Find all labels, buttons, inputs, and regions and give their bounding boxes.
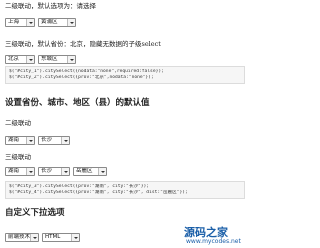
city-select-3-value: 长沙 — [41, 137, 53, 143]
province-select-2-value: 北京 — [8, 56, 20, 62]
province-select-1-value: 上海 — [8, 19, 20, 25]
province-select-4-value: 湖南 — [8, 168, 20, 174]
province-select-4[interactable]: 湖南 — [5, 167, 35, 176]
chevron-down-icon — [26, 56, 34, 63]
province-select-1[interactable]: 上海 — [5, 18, 35, 27]
custom-select-2[interactable]: HTML — [42, 233, 80, 242]
code-line: $("#city_2").citySelect({prov:"北京",nodat… — [9, 75, 154, 80]
chevron-down-icon — [26, 137, 34, 144]
chevron-down-icon — [71, 234, 79, 241]
chevron-down-icon — [61, 137, 69, 144]
city-select-1[interactable]: 黄浦区 — [38, 18, 76, 27]
chevron-down-icon — [98, 168, 106, 175]
section4-title: 三级联动 — [5, 153, 31, 161]
district-select-4-value: 岳麓区 — [76, 168, 93, 174]
code-block-1: $("#city_1").citySelect({nodata:"none",r… — [5, 66, 245, 84]
city-select-1-value: 黄浦区 — [41, 19, 58, 25]
city-select-2[interactable]: 东城区 — [38, 55, 76, 64]
city-select-3[interactable]: 长沙 — [38, 136, 70, 145]
section3-title: 二级联动 — [5, 119, 31, 127]
province-select-3[interactable]: 湖南 — [5, 136, 35, 145]
chevron-down-icon — [67, 56, 75, 63]
heading-default-values: 设置省份、城市、地区（县）的默认值 — [5, 98, 150, 108]
province-select-3-value: 湖南 — [8, 137, 20, 143]
district-select-4[interactable]: 岳麓区 — [73, 167, 107, 176]
custom-select-1[interactable]: 前端技术 — [5, 233, 39, 242]
chevron-down-icon — [30, 234, 38, 241]
code-block-2: $("#city_3").citySelect({prov:"湖南", city… — [5, 181, 245, 199]
custom-select-2-value: HTML — [45, 234, 61, 240]
chevron-down-icon — [67, 19, 75, 26]
code-line: $("#city_4").citySelect({prov:"湖南", city… — [9, 190, 188, 195]
city-select-4-value: 长沙 — [41, 168, 53, 174]
city-select-4[interactable]: 长沙 — [38, 167, 70, 176]
custom-select-1-value: 前端技术 — [8, 234, 31, 240]
city-select-2-value: 东城区 — [41, 56, 58, 62]
section1-title: 二级联动，默认选项为：请选择 — [5, 2, 96, 10]
heading-custom-options: 自定义下拉选项 — [5, 208, 65, 218]
chevron-down-icon — [26, 19, 34, 26]
section2-title: 三级联动，默认省份：北京，隐藏无数据的子级select — [5, 40, 161, 48]
province-select-2[interactable]: 北京 — [5, 55, 35, 64]
chevron-down-icon — [26, 168, 34, 175]
chevron-down-icon — [61, 168, 69, 175]
watermark-url: www.mycodes.net — [186, 238, 241, 245]
